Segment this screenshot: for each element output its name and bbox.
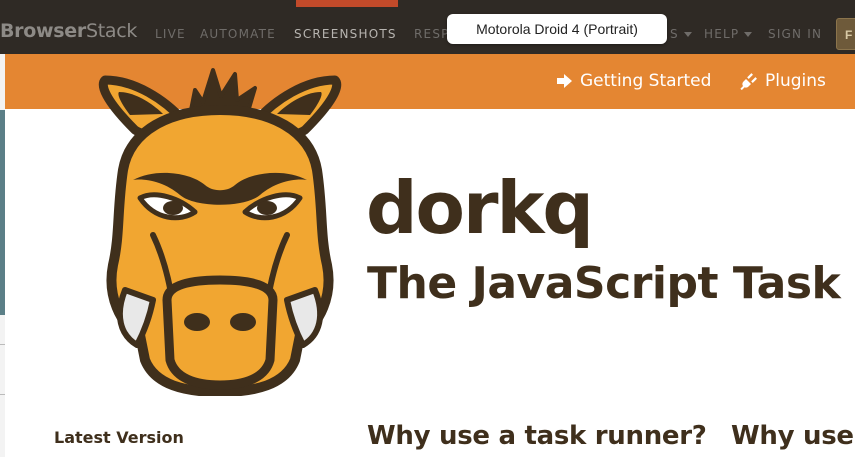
nav-help-dropdown[interactable]: HELP <box>704 27 753 41</box>
why-task-runner-heading: Why use a task runner? <box>367 421 707 451</box>
plugins-label: Plugins <box>765 71 826 91</box>
nav-automate[interactable]: AUTOMATE <box>200 27 276 41</box>
nav-help-label: HELP <box>704 27 740 41</box>
boar-head-icon <box>98 68 342 397</box>
browserstack-toolbar: BrowserStack LIVE AUTOMATE SCREENSHOTS R… <box>0 0 855 54</box>
signup-button[interactable]: F <box>836 18 855 50</box>
getting-started-label: Getting Started <box>580 71 712 91</box>
nav-live[interactable]: LIVE <box>155 27 186 41</box>
screenshot-viewport: Getting Started Plugins dorkq The JavaSc… <box>5 54 855 457</box>
why-use-heading: Why use G <box>731 421 855 451</box>
arrow-right-icon <box>557 74 572 88</box>
caret-down-icon <box>683 32 692 37</box>
nav-screenshots[interactable]: SCREENSHOTS <box>294 27 397 41</box>
plug-icon <box>740 73 757 90</box>
plugins-link[interactable]: Plugins <box>740 71 826 91</box>
site-subtitle: The JavaScript Task R <box>367 258 855 309</box>
latest-version-heading: Latest Version <box>54 428 184 447</box>
active-tab-indicator <box>296 0 398 7</box>
nav-more-dropdown[interactable]: S <box>670 27 692 41</box>
browserstack-logo[interactable]: BrowserStack <box>0 20 137 42</box>
site-title: dorkq <box>366 166 594 250</box>
boar-mascot-logo <box>95 60 345 397</box>
nav-more-label: S <box>670 27 679 41</box>
nav-sign-in[interactable]: SIGN IN <box>768 27 822 41</box>
caret-down-icon <box>744 32 753 37</box>
nav-responsive[interactable]: RESP <box>414 27 450 41</box>
getting-started-link[interactable]: Getting Started <box>556 71 711 91</box>
device-tooltip: Motorola Droid 4 (Portrait) <box>447 14 667 44</box>
